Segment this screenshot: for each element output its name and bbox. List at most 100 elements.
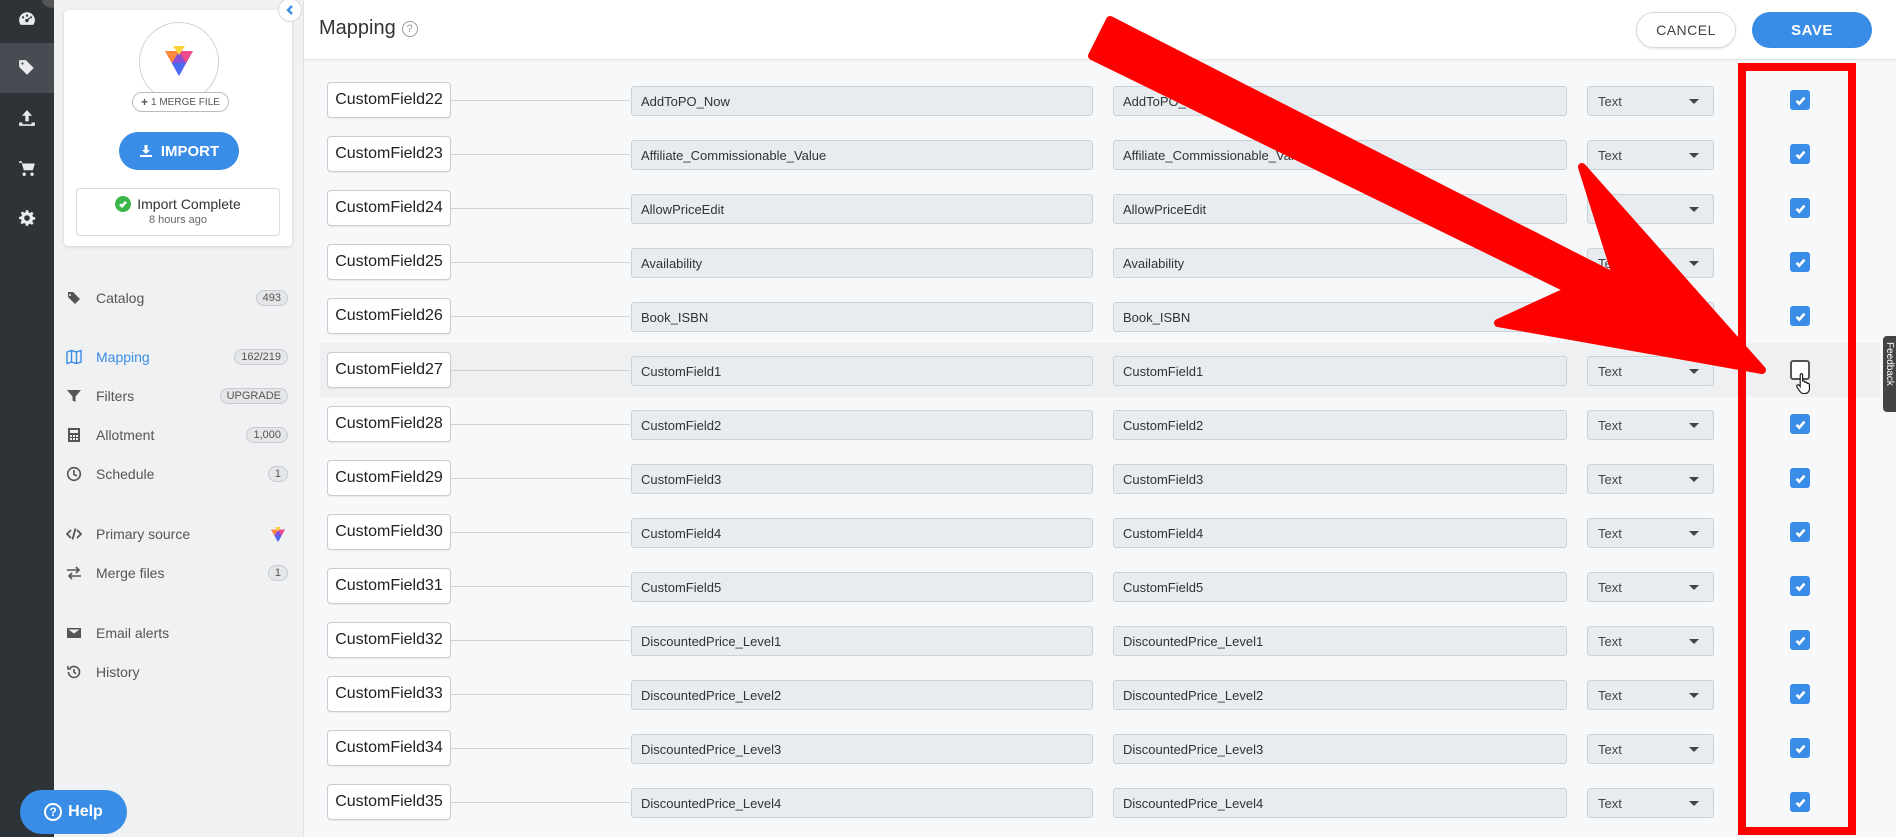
nav-history-label: History xyxy=(96,664,140,680)
source-field-input[interactable]: Book_ISBN xyxy=(631,302,1093,332)
save-button[interactable]: SAVE xyxy=(1752,12,1872,48)
type-select[interactable]: Text xyxy=(1587,356,1714,386)
field-name[interactable]: CustomField22 xyxy=(327,82,451,118)
source-field-input[interactable]: AddToPO_Now xyxy=(631,86,1093,116)
destination-field-input[interactable]: CustomField1 xyxy=(1113,356,1567,386)
field-name[interactable]: CustomField27 xyxy=(327,352,451,388)
destination-field-input[interactable]: DiscountedPrice_Level1 xyxy=(1113,626,1567,656)
rail-catalog-button[interactable] xyxy=(0,43,54,93)
type-select[interactable]: Text xyxy=(1587,788,1714,818)
field-name[interactable]: CustomField30 xyxy=(327,514,451,550)
destination-field-input[interactable]: CustomField2 xyxy=(1113,410,1567,440)
field-name[interactable]: CustomField24 xyxy=(327,190,451,226)
destination-field-input[interactable]: AddToPO_Now xyxy=(1113,86,1567,116)
nav-email-alerts[interactable]: Email alerts xyxy=(64,619,290,647)
type-select[interactable]: Text xyxy=(1587,680,1714,710)
question-icon[interactable]: ? xyxy=(401,20,418,37)
include-checkbox[interactable] xyxy=(1790,684,1810,704)
nav-schedule[interactable]: Schedule 1 xyxy=(64,460,290,488)
swap-icon xyxy=(64,565,84,581)
type-select[interactable]: Text xyxy=(1587,464,1714,494)
include-checkbox[interactable] xyxy=(1790,198,1810,218)
checkmark-icon xyxy=(1795,528,1805,538)
field-name[interactable]: CustomField26 xyxy=(327,298,451,334)
field-name[interactable]: CustomField25 xyxy=(327,244,451,280)
type-select[interactable]: Text xyxy=(1587,572,1714,602)
source-field-input[interactable]: DiscountedPrice_Level3 xyxy=(631,734,1093,764)
destination-field-input[interactable]: DiscountedPrice_Level2 xyxy=(1113,680,1567,710)
include-checkbox[interactable] xyxy=(1790,90,1810,110)
destination-field-input[interactable]: CustomField4 xyxy=(1113,518,1567,548)
field-name[interactable]: CustomField33 xyxy=(327,676,451,712)
type-select[interactable]: Text xyxy=(1587,86,1714,116)
destination-field-input[interactable]: CustomField3 xyxy=(1113,464,1567,494)
nav-primary-source[interactable]: Primary source xyxy=(64,520,290,548)
type-select[interactable]: Text xyxy=(1587,626,1714,656)
source-field-input[interactable]: CustomField3 xyxy=(631,464,1093,494)
source-field-input[interactable]: AllowPriceEdit xyxy=(631,194,1093,224)
type-select[interactable]: Text xyxy=(1587,518,1714,548)
type-select[interactable]: Text xyxy=(1587,302,1714,332)
field-name[interactable]: CustomField23 xyxy=(327,136,451,172)
nav-filters[interactable]: Filters UPGRADE xyxy=(64,382,290,410)
include-checkbox[interactable] xyxy=(1790,414,1810,434)
field-name[interactable]: CustomField34 xyxy=(327,730,451,766)
source-field-input[interactable]: CustomField2 xyxy=(631,410,1093,440)
destination-field-input[interactable]: DiscountedPrice_Level4 xyxy=(1113,788,1567,818)
include-checkbox[interactable] xyxy=(1790,252,1810,272)
rail-cart-button[interactable] xyxy=(0,143,54,193)
field-name[interactable]: CustomField29 xyxy=(327,460,451,496)
include-checkbox[interactable] xyxy=(1790,738,1810,758)
source-field-input[interactable]: CustomField4 xyxy=(631,518,1093,548)
rail-settings-button[interactable] xyxy=(0,193,54,243)
help-icon: ? xyxy=(44,803,63,821)
rail-dashboard-button[interactable] xyxy=(0,0,54,44)
source-field-input[interactable]: Affiliate_Commissionable_Value xyxy=(631,140,1093,170)
destination-field-input[interactable]: Book_ISBN xyxy=(1113,302,1567,332)
source-field-input[interactable]: DiscountedPrice_Level1 xyxy=(631,626,1093,656)
field-name[interactable]: CustomField32 xyxy=(327,622,451,658)
import-button[interactable]: IMPORT xyxy=(119,132,239,170)
destination-field-input[interactable]: DiscountedPrice_Level3 xyxy=(1113,734,1567,764)
include-checkbox[interactable] xyxy=(1790,522,1810,542)
source-field-input[interactable]: DiscountedPrice_Level2 xyxy=(631,680,1093,710)
mapping-connector xyxy=(451,100,630,101)
destination-field-input[interactable]: Availability xyxy=(1113,248,1567,278)
cancel-button[interactable]: CANCEL xyxy=(1636,12,1736,48)
nav-mapping[interactable]: Mapping 162/219 xyxy=(64,343,290,371)
include-checkbox[interactable] xyxy=(1790,468,1810,488)
nav-merge-files[interactable]: Merge files 1 xyxy=(64,559,290,587)
checkmark-icon xyxy=(1795,582,1805,592)
include-checkbox[interactable] xyxy=(1790,792,1810,812)
source-field-input[interactable]: CustomField1 xyxy=(631,356,1093,386)
include-checkbox[interactable] xyxy=(1790,306,1810,326)
source-field-input[interactable]: CustomField5 xyxy=(631,572,1093,602)
nav-catalog[interactable]: Catalog 493 xyxy=(64,284,290,312)
field-name[interactable]: CustomField35 xyxy=(327,784,451,820)
field-name[interactable]: CustomField31 xyxy=(327,568,451,604)
rail-upload-button[interactable] xyxy=(0,93,54,143)
nav-history[interactable]: History xyxy=(64,658,290,686)
destination-field-input[interactable]: CustomField5 xyxy=(1113,572,1567,602)
feedback-tab[interactable]: Feedback xyxy=(1883,336,1896,412)
include-checkbox[interactable] xyxy=(1790,576,1810,596)
type-select[interactable]: Text xyxy=(1587,194,1714,224)
type-select[interactable]: Text xyxy=(1587,140,1714,170)
nav-allotment[interactable]: Allotment 1,000 xyxy=(64,421,290,449)
type-select[interactable]: Text xyxy=(1587,734,1714,764)
destination-field-input[interactable]: Affiliate_Commissionable_Value xyxy=(1113,140,1567,170)
include-checkbox[interactable] xyxy=(1790,144,1810,164)
source-field-input[interactable]: Availability xyxy=(631,248,1093,278)
help-button[interactable]: ? Help xyxy=(20,790,127,834)
merge-file-badge[interactable]: + 1 MERGE FILE xyxy=(132,92,229,112)
type-select[interactable]: Text xyxy=(1587,248,1714,278)
type-select-value: Text xyxy=(1598,417,1622,433)
nav-mapping-label: Mapping xyxy=(96,349,150,365)
type-select[interactable]: Text xyxy=(1587,410,1714,440)
include-checkbox[interactable] xyxy=(1790,630,1810,650)
destination-field-input[interactable]: AllowPriceEdit xyxy=(1113,194,1567,224)
mapping-row: CustomField34 DiscountedPrice_Level3 Disco… xyxy=(320,721,1880,775)
filter-icon xyxy=(64,388,84,404)
field-name[interactable]: CustomField28 xyxy=(327,406,451,442)
source-field-input[interactable]: DiscountedPrice_Level4 xyxy=(631,788,1093,818)
